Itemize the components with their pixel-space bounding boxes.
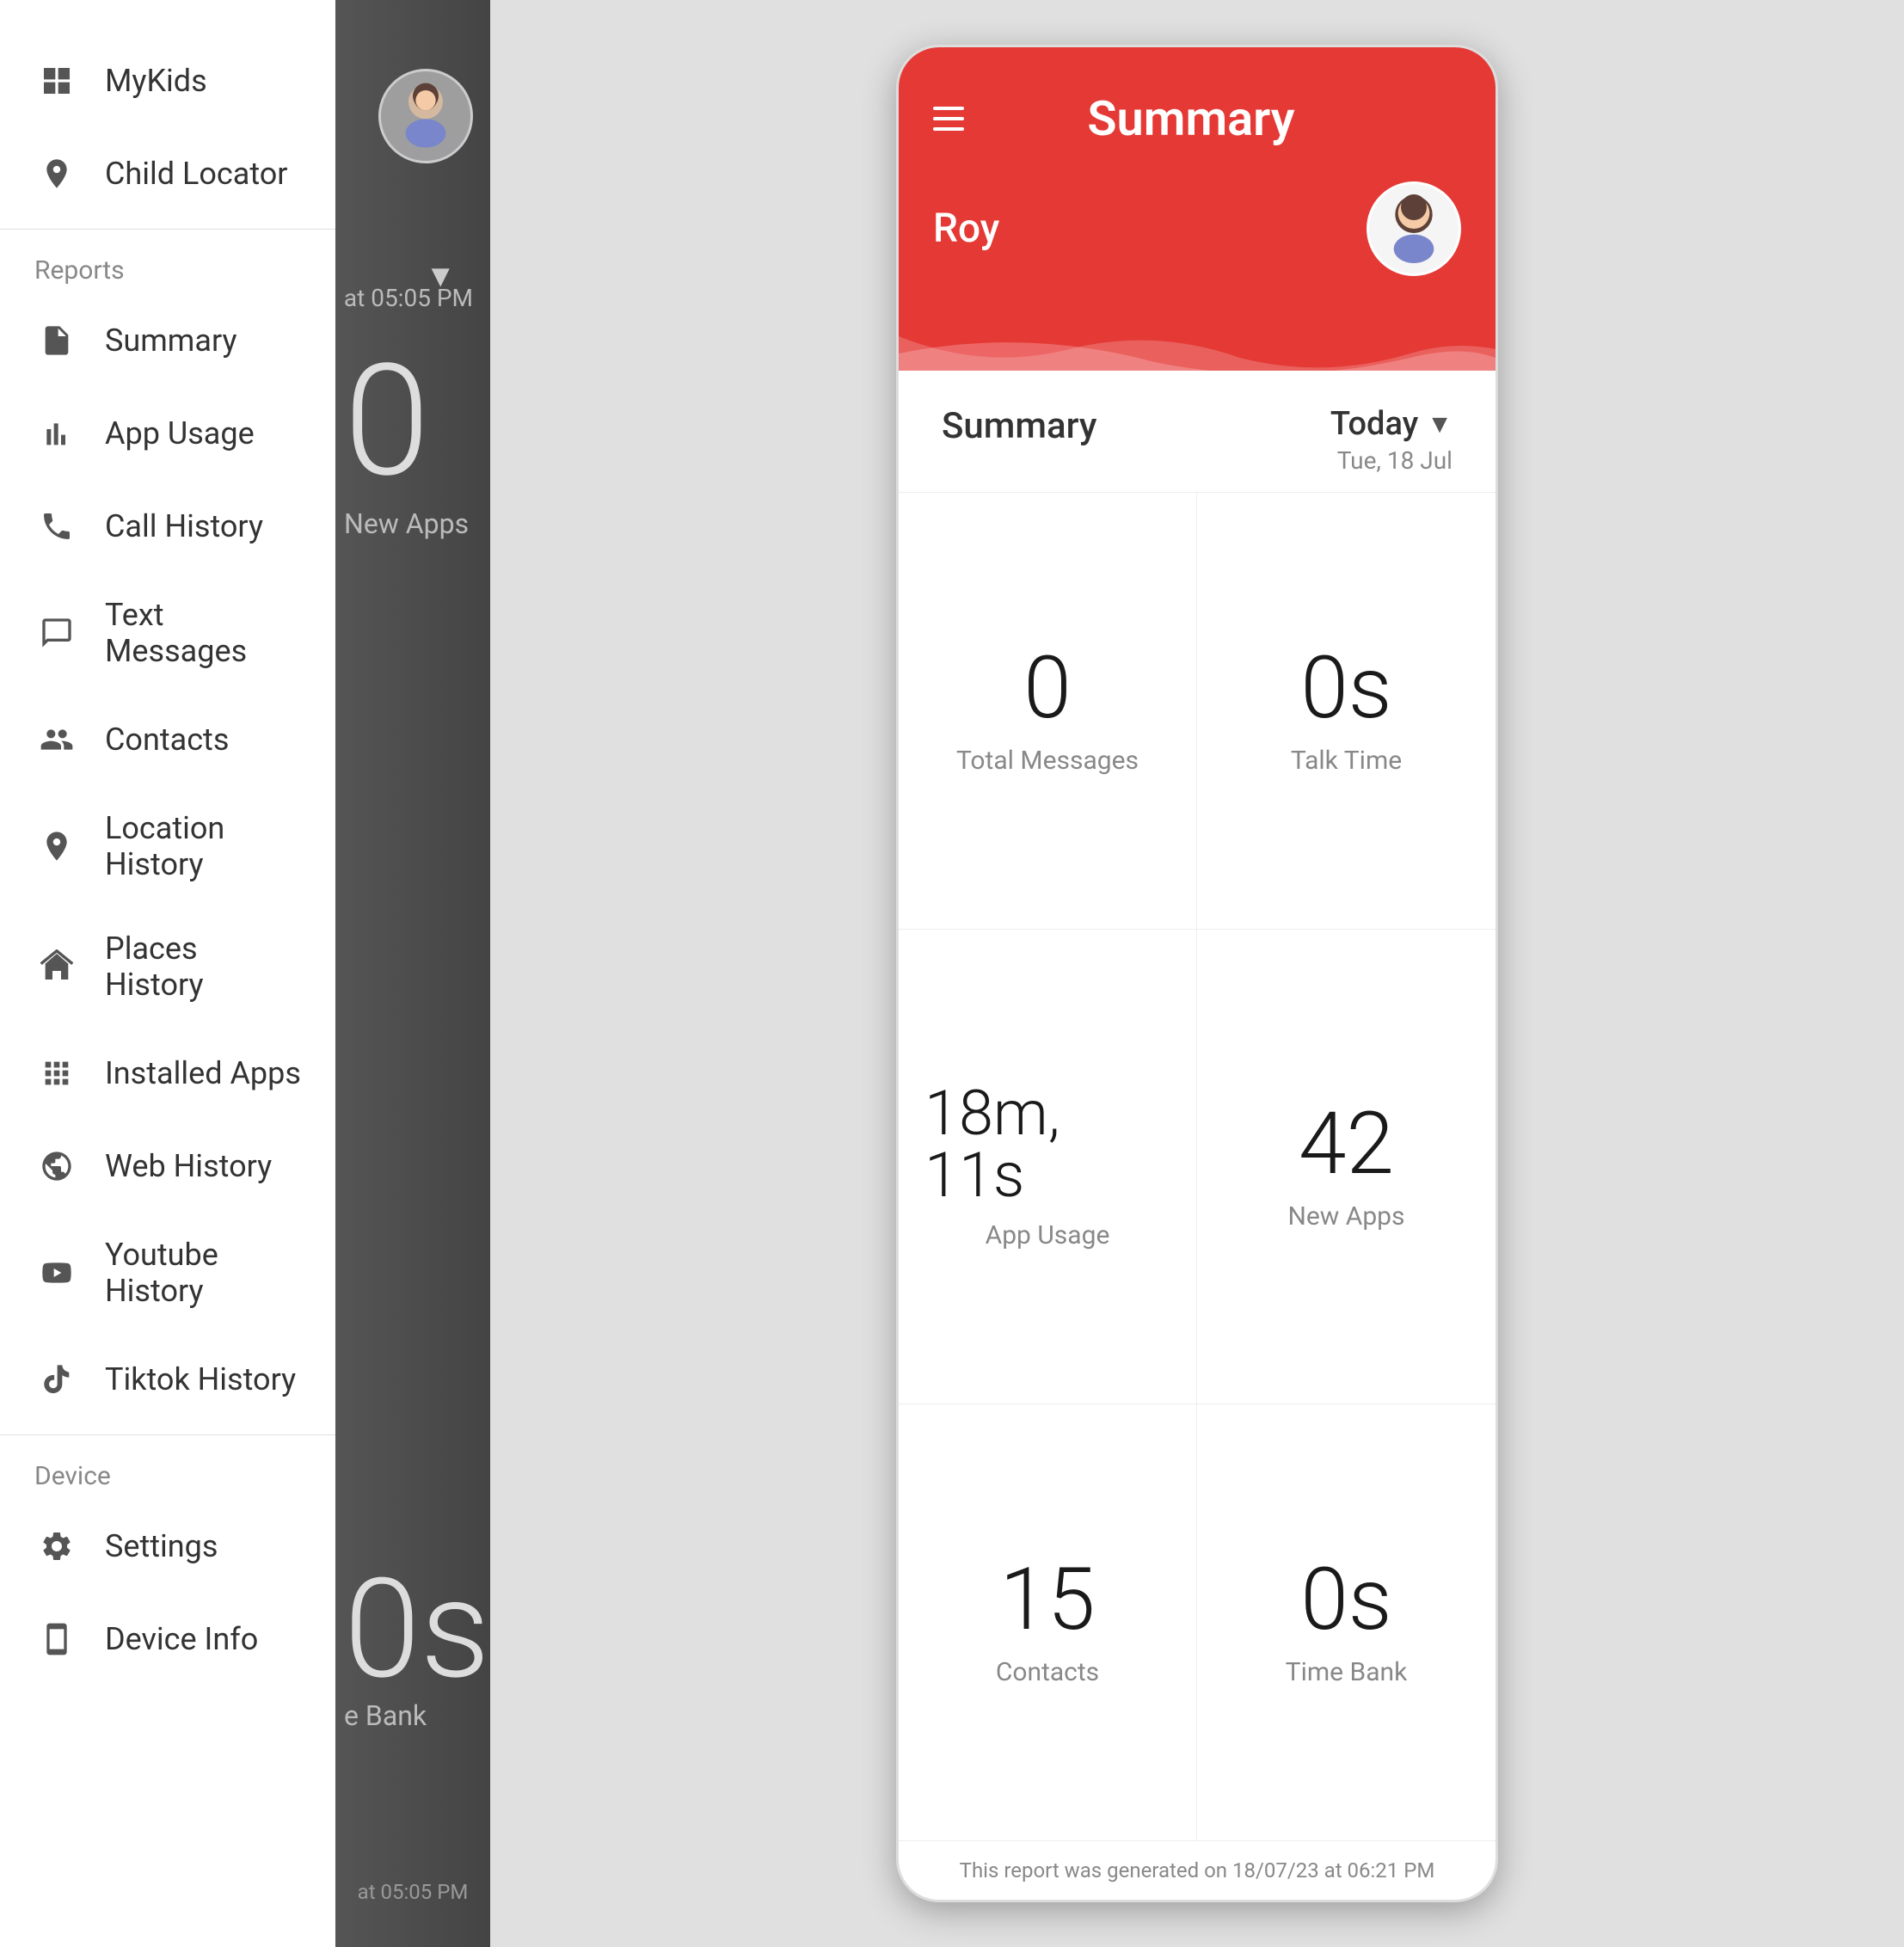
report-generated-text: This report was generated on 18/07/23 at… (960, 1858, 1435, 1883)
hamburger-line-1 (933, 107, 964, 110)
overlay-zero-bottom: 0s (344, 1562, 490, 1699)
left-overlay-panel: ▼ at 05:05 PM 0 New Apps 0s e Bank at 05… (335, 0, 490, 1947)
avatar-left (378, 69, 473, 163)
stat-app-usage: 18m, 11s App Usage (899, 930, 1197, 1404)
document-icon (34, 318, 79, 363)
sidebar-item-summary[interactable]: Summary (0, 294, 335, 387)
gear-icon (34, 1524, 79, 1569)
app-usage-value: 18m, 11s (924, 1083, 1170, 1207)
hamburger-menu-button[interactable] (933, 107, 964, 131)
date-selector[interactable]: Today ▼ Tue, 18 Jul (1330, 405, 1453, 475)
location-pin-icon (34, 151, 79, 196)
talk-time-label: Talk Time (1291, 746, 1402, 776)
grid-icon (34, 58, 79, 103)
sidebar-item-location-history[interactable]: Location History (0, 786, 335, 906)
phone-icon (34, 504, 79, 549)
app-usage-label: App Usage (986, 1220, 1110, 1250)
device-icon (34, 1617, 79, 1661)
header-title: Summary (981, 90, 1401, 147)
app-footer: This report was generated on 18/07/23 at… (899, 1840, 1496, 1900)
globe-icon (34, 1144, 79, 1188)
sidebar-item-app-usage[interactable]: App Usage (0, 387, 335, 480)
section-reports-title: Reports (0, 238, 335, 294)
stat-contacts: 15 Contacts (899, 1404, 1197, 1840)
sidebar-item-device-info[interactable]: Device Info (0, 1593, 335, 1686)
summary-header: Summary Today ▼ Tue, 18 Jul (899, 371, 1496, 492)
app-header: Summary Roy (899, 47, 1496, 302)
summary-label: Summary (942, 405, 1096, 447)
sidebar-item-settings[interactable]: Settings (0, 1500, 335, 1593)
sidebar-item-child-locator[interactable]: Child Locator (0, 127, 335, 220)
phone-screen: Summary Roy (896, 45, 1498, 1902)
time-bank-label: Time Bank (1286, 1657, 1408, 1687)
overlay-big-zero: 0 (344, 344, 490, 499)
stat-time-bank: 0s Time Bank (1197, 1404, 1496, 1840)
chevron-down-icon[interactable]: ▼ (1427, 409, 1453, 439)
date-sub: Tue, 18 Jul (1337, 446, 1453, 475)
hamburger-line-3 (933, 127, 964, 131)
time-bank-value: 0s (1300, 1557, 1391, 1643)
left-panel: MyKids Child Locator Reports Summary App… (0, 0, 490, 1947)
map-pin-icon (34, 824, 79, 869)
user-name: Roy (933, 206, 999, 252)
bar-chart-icon (34, 411, 79, 456)
overlay-footer: at 05:05 PM (335, 1880, 490, 1904)
total-messages-label: Total Messages (956, 746, 1139, 776)
sidebar-item-places-history[interactable]: Places History (0, 906, 335, 1027)
message-icon (34, 611, 79, 655)
building-icon (34, 944, 79, 989)
talk-time-value: 0s (1300, 646, 1391, 732)
overlay-date-text: at 05:05 PM (344, 284, 473, 312)
divider-device (0, 1434, 335, 1435)
avatar-right[interactable] (1367, 181, 1461, 276)
section-device-title: Device (0, 1444, 335, 1500)
grid-dots-icon (34, 1051, 79, 1096)
stat-total-messages: 0 Total Messages (899, 493, 1197, 930)
sidebar-item-call-history[interactable]: Call History (0, 480, 335, 573)
sidebar-item-mykids[interactable]: MyKids (0, 34, 335, 127)
divider-reports (0, 229, 335, 230)
youtube-icon (34, 1250, 79, 1295)
wave-decoration (899, 302, 1496, 371)
date-period: Today (1330, 405, 1418, 443)
sidebar-item-web-history[interactable]: Web History (0, 1120, 335, 1213)
sidebar: MyKids Child Locator Reports Summary App… (0, 0, 335, 1947)
new-apps-value: 42 (1299, 1102, 1394, 1188)
stat-new-apps: 42 New Apps (1197, 930, 1496, 1404)
sidebar-item-text-messages[interactable]: Text Messages (0, 573, 335, 693)
tiktok-icon (34, 1357, 79, 1402)
sidebar-item-contacts[interactable]: Contacts (0, 693, 335, 786)
stats-grid: 0 Total Messages 0s Talk Time 18m, 11s A… (899, 493, 1496, 1840)
new-apps-label: New Apps (1287, 1201, 1404, 1231)
sidebar-item-tiktok-history[interactable]: Tiktok History (0, 1333, 335, 1426)
overlay-new-apps: New Apps (344, 507, 490, 540)
contacts-value: 15 (1000, 1557, 1096, 1643)
contacts-label: Contacts (996, 1657, 1099, 1687)
people-icon (34, 717, 79, 762)
sidebar-item-installed-apps[interactable]: Installed Apps (0, 1027, 335, 1120)
stat-talk-time: 0s Talk Time (1197, 493, 1496, 930)
sidebar-item-youtube-history[interactable]: Youtube History (0, 1213, 335, 1333)
right-panel: Summary Roy (490, 0, 1904, 1947)
total-messages-value: 0 (1023, 646, 1071, 732)
hamburger-line-2 (933, 117, 964, 120)
